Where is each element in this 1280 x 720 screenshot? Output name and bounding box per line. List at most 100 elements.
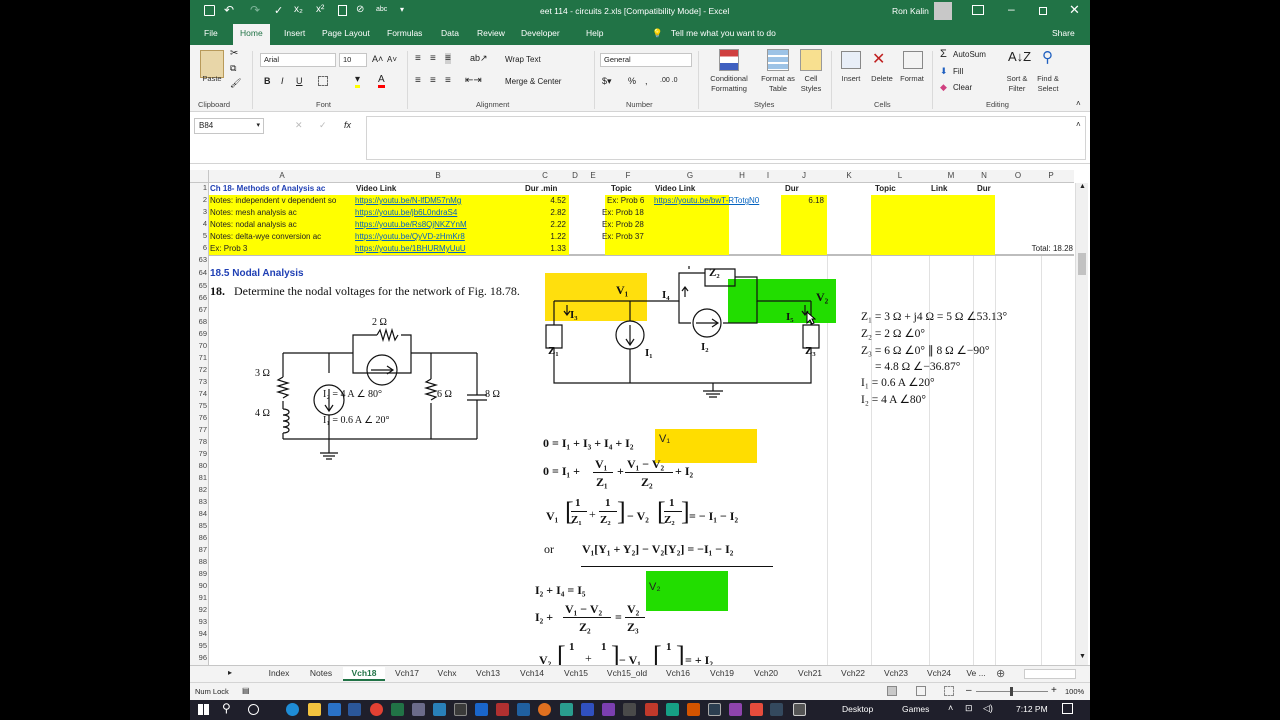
header-cell[interactable]: Video Link: [356, 183, 396, 195]
header-cell[interactable]: Dur: [977, 183, 991, 195]
align-middle-icon[interactable]: ≡: [430, 53, 436, 64]
app-icon[interactable]: [729, 703, 742, 716]
total-cell[interactable]: Total: 18.28: [1005, 243, 1073, 255]
task-view-icon[interactable]: [248, 704, 259, 715]
page-layout-view-icon[interactable]: [916, 686, 926, 696]
row-header[interactable]: 88: [190, 557, 207, 566]
row-header[interactable]: 87: [190, 545, 207, 554]
row-header[interactable]: 84: [190, 509, 207, 518]
name-box[interactable]: B84 ▾: [194, 118, 264, 134]
fill-button[interactable]: Fill: [953, 67, 963, 76]
row-header[interactable]: 82: [190, 485, 207, 494]
column-header[interactable]: K: [827, 171, 871, 180]
enter-formula-icon[interactable]: ✓: [319, 120, 327, 131]
sheet-tab[interactable]: Vch20: [745, 667, 787, 681]
chrome-icon[interactable]: [370, 703, 383, 716]
row-header[interactable]: 93: [190, 617, 207, 626]
row-header[interactable]: 77: [190, 425, 207, 434]
row-header[interactable]: 74: [190, 389, 207, 398]
row-header[interactable]: 90: [190, 581, 207, 590]
row-header[interactable]: 80: [190, 461, 207, 470]
column-header[interactable]: D: [569, 171, 581, 180]
insert-cells-button[interactable]: Insert: [837, 74, 865, 84]
excel-icon[interactable]: [391, 703, 404, 716]
vertical-scrollbar[interactable]: ▲ ▼: [1075, 183, 1088, 665]
indent-icon[interactable]: ⇤⇥: [465, 75, 482, 86]
row-header[interactable]: 83: [190, 497, 207, 506]
share-button[interactable]: Share: [1052, 28, 1075, 38]
column-header[interactable]: N: [973, 171, 995, 180]
table-cell[interactable]: Ex: Prob 37: [602, 231, 644, 243]
row-header[interactable]: 3: [190, 207, 207, 216]
header-cell[interactable]: Video Link: [655, 183, 695, 195]
row-header[interactable]: 73: [190, 377, 207, 386]
close-icon[interactable]: ✕: [1069, 2, 1080, 18]
sheet-tab[interactable]: Vch14: [511, 667, 553, 681]
section-title[interactable]: 18.5 Nodal Analysis: [210, 268, 304, 280]
row-header[interactable]: 72: [190, 365, 207, 374]
wrap-text-button[interactable]: Wrap Text: [505, 55, 541, 64]
row-header[interactable]: 91: [190, 593, 207, 602]
row-header[interactable]: 92: [190, 605, 207, 614]
table-cell[interactable]: 2.82: [521, 207, 566, 219]
table-cell[interactable]: Ex: Prob 28: [602, 219, 644, 231]
column-header[interactable]: B: [355, 171, 521, 180]
autosum-button[interactable]: AutoSum: [953, 50, 986, 59]
cancel-formula-icon[interactable]: ✕: [295, 120, 303, 131]
row-header[interactable]: 66: [190, 293, 207, 302]
app-icon[interactable]: [623, 703, 636, 716]
italic-button[interactable]: I: [281, 76, 284, 86]
row-header[interactable]: 63: [190, 255, 207, 264]
clear-button[interactable]: Clear: [953, 83, 972, 92]
save-icon[interactable]: [204, 5, 215, 16]
sheet-tab[interactable]: Vch17: [387, 667, 427, 681]
row-header[interactable]: 68: [190, 317, 207, 326]
tab-file[interactable]: File: [204, 28, 218, 38]
tab-review[interactable]: Review: [477, 28, 505, 38]
font-color-icon[interactable]: A: [378, 74, 385, 88]
scroll-down-icon[interactable]: ▼: [1079, 653, 1086, 660]
column-header[interactable]: M: [929, 171, 973, 180]
sheet-tab[interactable]: Vch16: [657, 667, 699, 681]
minimize-icon[interactable]: –: [1008, 2, 1015, 16]
header-cell[interactable]: Topic: [611, 183, 632, 195]
edit-icon[interactable]: ✓: [274, 4, 283, 17]
sheet-tab[interactable]: Vchx: [429, 667, 465, 681]
column-header[interactable]: L: [871, 171, 929, 180]
underline-button[interactable]: U: [296, 76, 303, 86]
header-cell[interactable]: Ch 18- Methods of Analysis ac: [210, 183, 325, 195]
edge-icon[interactable]: [286, 703, 299, 716]
video-link[interactable]: https://youtu.be/QyVD-zHmKr8: [355, 231, 465, 243]
header-cell[interactable]: Dur: [785, 183, 799, 195]
sheet-tab[interactable]: Vch15: [555, 667, 597, 681]
sheet-tab[interactable]: Vch23: [875, 667, 917, 681]
row-header[interactable]: 89: [190, 569, 207, 578]
bold-button[interactable]: B: [264, 76, 271, 86]
column-header[interactable]: P: [1041, 171, 1061, 180]
macro-record-icon[interactable]: ▤: [242, 686, 250, 695]
row-header[interactable]: 76: [190, 413, 207, 422]
video-link[interactable]: https://youtu.be/1BHURMyUuU: [355, 243, 466, 255]
notifications-icon[interactable]: [1062, 703, 1073, 714]
row-header[interactable]: 81: [190, 473, 207, 482]
app-icon[interactable]: [666, 703, 679, 716]
row-header[interactable]: 65: [190, 281, 207, 290]
zoom-level[interactable]: 100%: [1065, 687, 1084, 696]
conditional-formatting-button[interactable]: Conditional Formatting: [704, 74, 754, 94]
tab-insert[interactable]: Insert: [284, 28, 305, 38]
table-cell[interactable]: 2.22: [521, 219, 566, 231]
table-cell[interactable]: Ex: Prob 18: [602, 207, 644, 219]
page-break-view-icon[interactable]: [944, 686, 954, 696]
video-link[interactable]: https://youtu.be/bwT-RTotgN0: [654, 195, 759, 207]
table-cell[interactable]: Ex: Prob 3: [210, 243, 247, 255]
app-icon[interactable]: [770, 703, 783, 716]
qat-dropdown-icon[interactable]: ▾: [400, 5, 404, 14]
subscript-icon[interactable]: x₂: [294, 4, 303, 15]
windows-start-icon[interactable]: [198, 704, 209, 715]
sheet-tab-active[interactable]: Vch18: [343, 667, 385, 681]
games-toolbar[interactable]: Games: [902, 704, 929, 714]
table-cell[interactable]: Notes: delta-wye conversion ac: [210, 231, 321, 243]
file-explorer-icon[interactable]: [308, 703, 321, 716]
video-link[interactable]: https://youtu.be/Rs8QjNKZYnM: [355, 219, 467, 231]
row-header[interactable]: 86: [190, 533, 207, 542]
